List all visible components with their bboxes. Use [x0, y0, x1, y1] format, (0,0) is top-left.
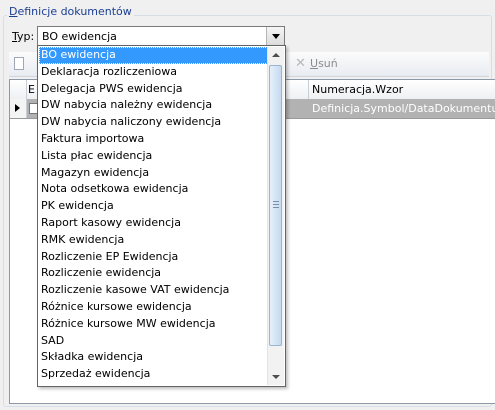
groupbox-title-rest: efinicje dokumentów	[17, 5, 132, 18]
dropdown-option[interactable]: Rozliczenie ewidencja	[39, 265, 268, 282]
dropdown-option[interactable]: Raport kasowy ewidencja	[39, 215, 268, 232]
current-row-arrow-icon	[15, 104, 20, 112]
dropdown-option[interactable]: DW nabycia naliczony ewidencja	[39, 114, 268, 131]
delete-icon: ✕	[295, 56, 306, 71]
dropdown-option[interactable]: BO ewidencja	[39, 47, 268, 64]
type-label: Typ:	[12, 30, 34, 44]
dropdown-option[interactable]: Deklaracja rozliczeniowa	[39, 64, 268, 81]
row-selector[interactable]	[10, 99, 27, 118]
delete-mnemonic: U	[310, 57, 319, 70]
scroll-down-button[interactable]	[268, 369, 284, 385]
arrow-down-icon	[272, 375, 280, 379]
dropdown-scrollbar[interactable]	[267, 47, 284, 385]
type-label-rest: yp:	[17, 30, 35, 43]
cell-numeracja-wzor[interactable]: Definicja.Symbol/DataDokumentu	[312, 102, 495, 115]
grip-icon	[273, 201, 279, 208]
dropdown-option[interactable]: Różnice kursowe ewidencja	[39, 299, 268, 316]
scroll-thumb[interactable]	[269, 65, 282, 346]
column-header-e[interactable]: E	[28, 83, 35, 96]
dropdown-option[interactable]: Magazyn ewidencja	[39, 165, 268, 182]
dropdown-option[interactable]: Sprzedaż ewidencja	[39, 366, 268, 383]
chevron-down-icon	[272, 34, 280, 39]
row-selector-header	[10, 80, 27, 99]
type-dropdown-list[interactable]: BO ewidencja Deklaracja rozliczeniowa Dele…	[37, 45, 286, 387]
column-divider[interactable]	[308, 80, 309, 99]
combobox-dropdown-button[interactable]	[266, 27, 284, 45]
dropdown-option[interactable]: Lista płac ewidencja	[39, 148, 268, 165]
scroll-up-button[interactable]	[268, 47, 284, 63]
arrow-up-icon	[272, 53, 280, 57]
dropdown-option[interactable]: SAD	[39, 333, 268, 350]
dropdown-option[interactable]: Faktura importowa	[39, 131, 268, 148]
dropdown-option[interactable]: Składka ewidencja	[39, 349, 268, 366]
delete-label-rest: suń	[318, 57, 338, 70]
dropdown-options: BO ewidencja Deklaracja rozliczeniowa Dele…	[39, 47, 268, 385]
type-combobox-value: BO ewidencja	[42, 30, 117, 43]
column-header-numeracja-wzor[interactable]: Numeracja.Wzor	[312, 83, 403, 96]
dropdown-option[interactable]: RMK ewidencja	[39, 232, 268, 249]
dropdown-option[interactable]: Rozliczenie kasowe VAT ewidencja	[39, 282, 268, 299]
dropdown-option[interactable]: DW nabycia należny ewidencja	[39, 97, 268, 114]
groupbox-title: Definicje dokumentów	[7, 5, 134, 19]
dropdown-option[interactable]: Nota odsetkowa ewidencja	[39, 181, 268, 198]
dropdown-option[interactable]: PK ewidencja	[39, 198, 268, 215]
dropdown-option[interactable]: Rozliczenie EP Ewidencja	[39, 249, 268, 266]
dropdown-option[interactable]: Delegacja PWS ewidencja	[39, 81, 268, 98]
type-combobox[interactable]: BO ewidencja	[37, 26, 285, 46]
dropdown-option[interactable]: Różnice kursowe MW ewidencja	[39, 316, 268, 333]
new-document-icon[interactable]	[14, 57, 24, 70]
delete-button-label: Usuń	[310, 57, 338, 70]
